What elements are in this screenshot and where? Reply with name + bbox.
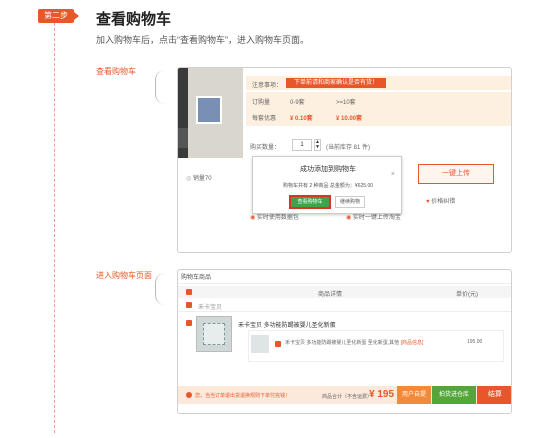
brace-divider	[155, 273, 169, 305]
section-label-cart-page: 进入购物车页面	[96, 271, 152, 280]
notice-row: 注意事项： 下单前请和商家确认是否有货！	[246, 76, 511, 90]
warehouse-button[interactable]: 拍货进仓库	[432, 386, 476, 404]
popup-title: 成功添加到购物车	[300, 166, 356, 173]
shop-row: 禾卡宝贝	[178, 299, 511, 311]
shop-checkbox[interactable]	[186, 302, 192, 308]
select-all-checkbox[interactable]	[186, 289, 192, 295]
product-page-screenshot: ◎ 销量70 注意事项： 下单前请和商家确认是否有货！ 订购量 0-9套 >=1…	[177, 67, 512, 253]
item-image	[196, 316, 232, 352]
quantity-input[interactable]: 1	[292, 139, 312, 151]
buy-qty-label: 购买数量：	[250, 145, 281, 151]
share-icon: ◎	[186, 176, 192, 182]
sales-count: ◎ 销量70	[186, 176, 212, 182]
total-label: 商品合计（不含运费）	[322, 394, 373, 400]
section-label-view-cart: 查看购物车	[96, 67, 136, 76]
sub-item-title[interactable]: 禾卡宝贝 多功能防踢被婴儿圣化新蛋 圣化新蛋,其他 [商品信息]	[285, 339, 423, 346]
product-image-panel	[178, 68, 243, 158]
price-error-link[interactable]: ♥ 价格纠错	[426, 196, 455, 205]
price-table: 订购量 0-9套 >=10套 每套优惠 ¥ 0.10套 ¥ 10.00套	[246, 92, 511, 126]
info-icon: ◉	[250, 215, 256, 221]
sub-item-row: 禾卡宝贝 多功能防踢被婴儿圣化新蛋 圣化新蛋,其他 [商品信息] 195.00	[248, 330, 504, 362]
cart-page-screenshot: 购物车商品 商品详情 单价(元) 禾卡宝贝 禾卡宝贝 多功能防踢被婴儿圣化新蛋 …	[177, 269, 512, 414]
cart-footer: 您，当当订单退出货退换规则下单付完钱！ 商品合计（不含运费） ¥ 195 用户自…	[178, 386, 511, 404]
view-cart-button[interactable]: 查看购物车	[289, 195, 331, 209]
heart-icon: ♥	[426, 199, 430, 205]
product-image	[196, 96, 222, 124]
sub-item-checkbox[interactable]	[275, 341, 281, 347]
cart-column-header: 商品详情 单价(元)	[178, 286, 511, 298]
total-value: ¥ 195	[369, 389, 395, 400]
checkout-button[interactable]: 结算	[477, 386, 511, 404]
close-icon[interactable]: ×	[391, 171, 395, 178]
timeline-divider	[54, 23, 55, 433]
popup-summary: 购物车共有 2 种商品 总金额为：¥625.00	[282, 183, 374, 189]
item-title[interactable]: 禾卡宝贝 多功能防踢被婴儿圣化新蛋	[238, 320, 336, 329]
pickup-button[interactable]: 用户自提	[397, 386, 431, 404]
sub-item-image	[251, 335, 269, 353]
cart-header: 购物车商品	[181, 275, 212, 281]
item-checkbox[interactable]	[186, 320, 192, 326]
notice-banner: 下单前请和商家确认是否有货！	[286, 78, 386, 88]
page-subtitle: 加入购物车后，点击“查看购物车”，进入购物车页面。	[96, 35, 309, 45]
added-to-cart-popup: 成功添加到购物车 × 购物车共有 2 种商品 总金额为：¥625.00 查看购物…	[252, 156, 402, 214]
stock-text: (当前库存 81 件)	[326, 145, 371, 151]
quantity-stepper[interactable]: ▲ ▼	[314, 139, 321, 151]
upload-button[interactable]: 一键上传	[418, 164, 494, 184]
step-badge: 第二步	[38, 9, 79, 23]
warning-icon	[186, 392, 192, 398]
page-title: 查看购物车	[96, 11, 172, 28]
continue-shopping-button[interactable]: 继续购物	[335, 196, 365, 208]
brace-divider	[155, 70, 169, 104]
product-thumb	[178, 128, 188, 148]
footer-notice: 您，当当订单退出货退换规则下单付完钱！	[195, 393, 291, 399]
sub-item-price: 195.00	[467, 339, 483, 345]
info-icon: ◉	[346, 215, 352, 221]
